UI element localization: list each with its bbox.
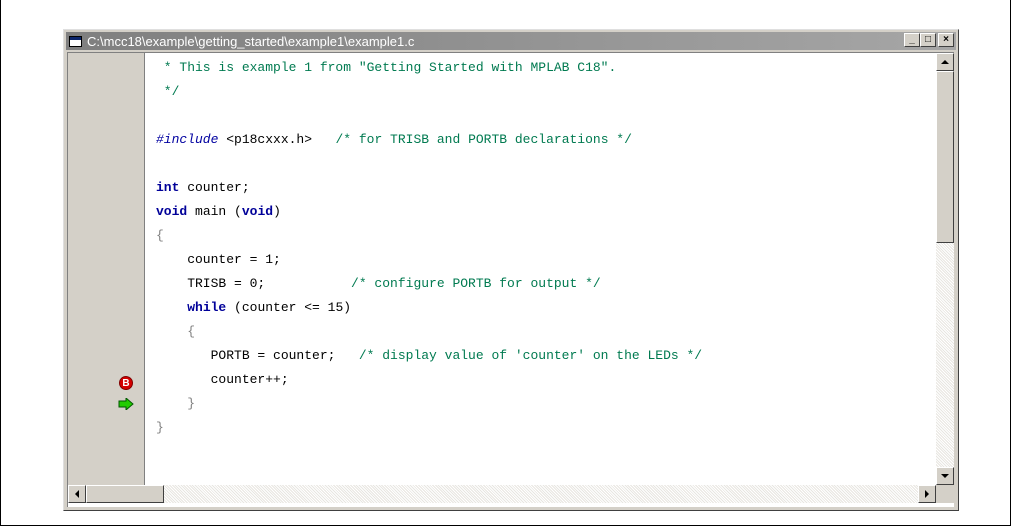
maximize-icon: □ [924,34,932,45]
code-line: * This is example 1 from "Getting Starte… [156,60,617,75]
title-bar[interactable]: C:\mcc18\example\getting_started\example… [66,32,956,50]
window-icon[interactable] [69,35,82,47]
code-line: PORTB = counter; /* display value of 'co… [156,348,703,363]
code-line: void main (void) [156,204,281,219]
program-counter-arrow-icon [118,398,134,410]
code-line: int counter; [156,180,250,195]
minimize-button[interactable]: _ [904,33,920,47]
code-line: while (counter <= 15) [187,300,352,315]
scroll-right-button[interactable] [918,485,936,503]
close-button[interactable]: × [938,33,954,47]
code-line: #include <p18cxxx.h> /* for TRISB and PO… [156,132,632,147]
code-line: */ [156,84,180,99]
code-line: counter++; [156,372,289,387]
code-editor[interactable]: * This is example 1 from "Getting Starte… [145,53,936,485]
breakpoint-icon[interactable]: B [119,376,133,390]
breakpoint-label: B [122,378,130,389]
window-title: C:\mcc18\example\getting_started\example… [87,33,415,49]
title-buttons: _ □ × [904,33,954,47]
horizontal-scrollbar[interactable] [68,485,936,503]
scroll-up-button[interactable] [936,53,954,71]
horizontal-scroll-thumb[interactable] [86,485,164,503]
vertical-scroll-thumb[interactable] [936,71,954,243]
scrollbar-corner [936,485,954,503]
scroll-down-button[interactable] [936,467,954,485]
close-icon: × [943,34,949,45]
code-line: { [156,324,196,339]
code-line: } [156,396,196,411]
arrow-left-icon [75,490,79,498]
arrow-down-icon [941,474,949,478]
code-line: } [156,420,164,435]
code-line: TRISB = 0; /* configure PORTB for output… [156,276,601,291]
minimize-icon: _ [909,34,915,45]
maximize-button[interactable]: □ [920,33,936,47]
editor-window: C:\mcc18\example\getting_started\example… [63,29,959,511]
scroll-left-button[interactable] [68,485,86,503]
client-area: B * This is example 1 from "Getting Star… [67,52,954,507]
arrow-up-icon [941,60,949,64]
code-line: counter = 1; [156,252,281,267]
vertical-scrollbar[interactable] [936,53,954,485]
arrow-right-icon [925,490,929,498]
breakpoint-gutter[interactable]: B [68,53,145,485]
frame-left [0,0,1,526]
code-line: { [156,228,164,243]
